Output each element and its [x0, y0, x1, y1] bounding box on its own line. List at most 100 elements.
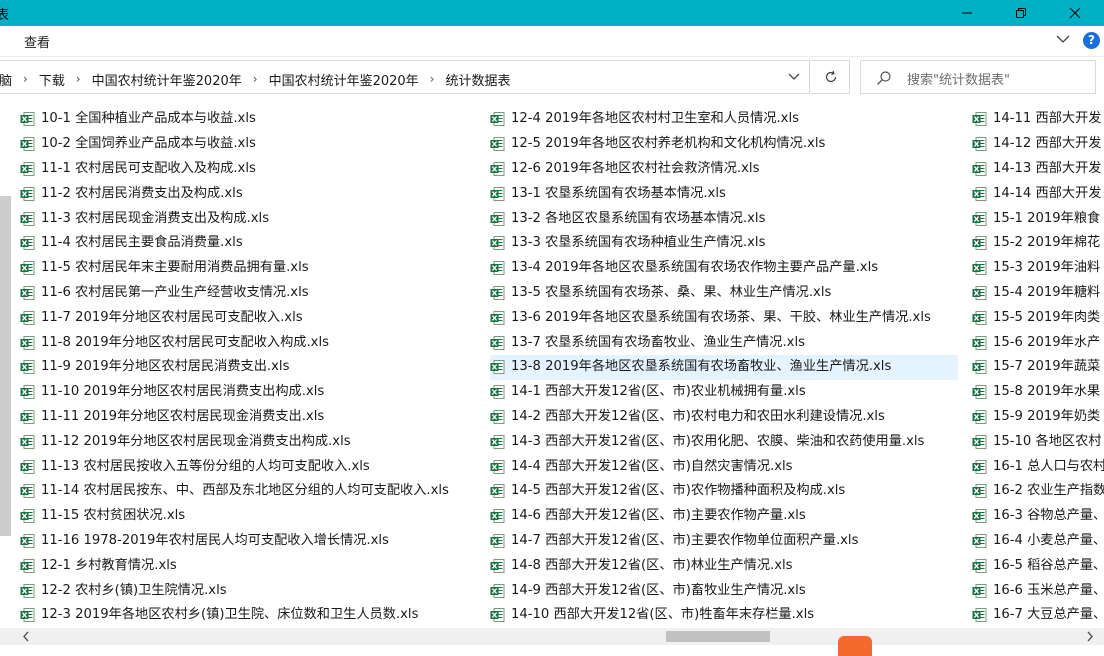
file-item[interactable]: 13-5 农垦系统国有农场茶、桑、果、林业生产情况.xls	[490, 281, 958, 306]
file-item[interactable]: 15-1 2019年粮食	[972, 206, 1104, 231]
file-item[interactable]: 12-2 农村乡(镇)卫生院情况.xls	[20, 578, 480, 603]
file-item[interactable]: 14-12 西部大开发	[972, 132, 1104, 157]
file-item[interactable]: 11-11 2019年分地区农村居民现金消费支出.xls	[20, 405, 480, 430]
file-item[interactable]: 11-8 2019年分地区农村居民可支配收入构成.xls	[20, 330, 480, 355]
file-item[interactable]: 11-14 农村居民按东、中、西部及东北地区分组的人均可支配收入.xls	[20, 479, 480, 504]
file-item[interactable]: 15-5 2019年肉类	[972, 305, 1104, 330]
file-item[interactable]: 13-4 2019年各地区农垦系统国有农场农作物主要产品产量.xls	[490, 256, 958, 281]
excel-file-icon	[972, 161, 987, 176]
file-item[interactable]: 13-1 农垦系统国有农场基本情况.xls	[490, 181, 958, 206]
file-item[interactable]: 13-8 2019年各地区农垦系统国有农场畜牧业、渔业生产情况.xls	[490, 354, 958, 380]
file-item[interactable]: 11-13 农村居民按收入五等份分组的人均可支配收入.xls	[20, 454, 480, 479]
file-item[interactable]: 11-3 农村居民现金消费支出及构成.xls	[20, 206, 480, 231]
breadcrumb-item[interactable]: 统计数据表	[445, 70, 510, 89]
breadcrumb-item[interactable]: 下载	[39, 70, 65, 89]
breadcrumb-separator-icon[interactable]: ›	[76, 72, 81, 86]
file-item[interactable]: 13-2 各地区农垦系统国有农场基本情况.xls	[490, 206, 958, 231]
file-item[interactable]: 13-7 农垦系统国有农场畜牧业、渔业生产情况.xls	[490, 330, 958, 355]
help-icon[interactable]: ?	[1083, 32, 1100, 49]
file-item[interactable]: 15-3 2019年油料	[972, 256, 1104, 281]
file-item[interactable]: 11-7 2019年分地区农村居民可支配收入.xls	[20, 305, 480, 330]
file-item[interactable]: 10-1 全国种植业产品成本与收益.xls	[20, 107, 480, 132]
file-item[interactable]: 11-1 农村居民可支配收入及构成.xls	[20, 157, 480, 182]
excel-file-icon	[972, 236, 987, 251]
nav-pane-scrollbar[interactable]	[0, 196, 11, 536]
file-item[interactable]: 11-6 农村居民第一产业生产经营收支情况.xls	[20, 281, 480, 306]
breadcrumb-separator-icon[interactable]: ›	[253, 72, 258, 86]
file-item[interactable]: 16-3 谷物总产量、	[972, 504, 1104, 529]
file-item[interactable]: 13-6 2019年各地区农垦系统国有农场茶、果、干胶、林业生产情况.xls	[490, 305, 958, 330]
file-item[interactable]: 15-8 2019年水果	[972, 380, 1104, 405]
breadcrumb[interactable]: 电脑 › 下载 › 中国农村统计年鉴2020年 › 中国农村统计年鉴2020年 › 统计数据表	[0, 60, 810, 94]
file-item[interactable]: 14-14 西部大开发	[972, 181, 1104, 206]
file-item[interactable]: 10-2 全国饲养业产品成本与收益.xls	[20, 132, 480, 157]
search-placeholder[interactable]: 搜索"统计数据表"	[907, 69, 1010, 88]
file-item[interactable]: 12-3 2019年各地区农村乡(镇)卫生院、床位数和卫生人员数.xls	[20, 603, 480, 628]
file-name: 11-15 农村贫困状况.xls	[41, 508, 186, 524]
file-name: 11-8 2019年分地区农村居民可支配收入构成.xls	[41, 334, 330, 350]
file-item[interactable]: 16-5 稻谷总产量、	[972, 553, 1104, 578]
file-item[interactable]: 12-1 乡村教育情况.xls	[20, 553, 480, 578]
file-item[interactable]: 15-9 2019年奶类	[972, 405, 1104, 430]
file-item[interactable]: 15-6 2019年水产	[972, 330, 1104, 355]
file-item[interactable]: 14-11 西部大开发	[972, 107, 1104, 132]
file-item[interactable]: 14-1 西部大开发12省(区、市)农业机械拥有量.xls	[490, 380, 958, 405]
file-item[interactable]: 11-10 2019年分地区农村居民消费支出构成.xls	[20, 380, 480, 405]
horizontal-scrollbar[interactable]	[0, 628, 1104, 645]
file-item[interactable]: 16-6 玉米总产量、	[972, 578, 1104, 603]
file-item[interactable]: 13-3 农垦系统国有农场种植业生产情况.xls	[490, 231, 958, 256]
file-item[interactable]: 14-3 西部大开发12省(区、市)农用化肥、农膜、柴油和农药使用量.xls	[490, 429, 958, 454]
excel-file-icon	[490, 261, 505, 276]
file-item[interactable]: 14-5 西部大开发12省(区、市)农作物播种面积及构成.xls	[490, 479, 958, 504]
file-item[interactable]: 14-13 西部大开发	[972, 157, 1104, 182]
file-item[interactable]: 15-4 2019年糖料	[972, 281, 1104, 306]
title-bar: 表	[0, 0, 1104, 26]
file-item[interactable]: 11-5 农村居民年末主要耐用消费品拥有量.xls	[20, 256, 480, 281]
scrollbar-thumb[interactable]	[666, 631, 770, 642]
search-box[interactable]: 搜索"统计数据表"	[860, 60, 1096, 94]
file-item[interactable]: 15-10 各地区农村	[972, 429, 1104, 454]
file-item[interactable]: 11-2 农村居民消费支出及构成.xls	[20, 181, 480, 206]
file-item[interactable]: 14-2 西部大开发12省(区、市)农村电力和农田水利建设情况.xls	[490, 405, 958, 430]
file-item[interactable]: 11-9 2019年分地区农村居民消费支出.xls	[20, 355, 480, 380]
file-item[interactable]: 14-9 西部大开发12省(区、市)畜牧业生产情况.xls	[490, 578, 958, 603]
file-item[interactable]: 11-16 1978-2019年农村居民人均可支配收入增长情况.xls	[20, 529, 480, 554]
file-item[interactable]: 15-2 2019年棉花	[972, 231, 1104, 256]
tab-view[interactable]: 查看	[24, 32, 50, 51]
file-item[interactable]: 16-1 总人口与农村	[972, 454, 1104, 479]
file-item[interactable]: 11-15 农村贫困状况.xls	[20, 504, 480, 529]
file-item[interactable]: 14-10 西部大开发12省(区、市)牲畜年末存栏量.xls	[490, 603, 958, 628]
file-item[interactable]: 14-6 西部大开发12省(区、市)主要农作物产量.xls	[490, 504, 958, 529]
refresh-button[interactable]	[812, 60, 850, 94]
breadcrumb-separator-icon[interactable]: ›	[430, 72, 435, 86]
file-item[interactable]: 12-5 2019年各地区农村养老机构和文化机构情况.xls	[490, 132, 958, 157]
file-item[interactable]: 11-12 2019年分地区农村居民现金消费支出构成.xls	[20, 429, 480, 454]
scroll-right-arrow-icon[interactable]	[1086, 631, 1094, 642]
file-item[interactable]: 16-7 大豆总产量、	[972, 603, 1104, 628]
file-item[interactable]: 11-4 农村居民主要食品消费量.xls	[20, 231, 480, 256]
restore-button[interactable]	[998, 0, 1044, 26]
close-button[interactable]	[1052, 0, 1098, 26]
file-item[interactable]: 14-8 西部大开发12省(区、市)林业生产情况.xls	[490, 553, 958, 578]
breadcrumb-item[interactable]: 中国农村统计年鉴2020年	[269, 70, 419, 89]
file-item[interactable]: 16-4 小麦总产量、	[972, 529, 1104, 554]
breadcrumb-separator-icon[interactable]: ›	[23, 72, 28, 86]
file-item[interactable]: 14-4 西部大开发12省(区、市)自然灾害情况.xls	[490, 454, 958, 479]
file-item[interactable]: 15-7 2019年蔬菜	[972, 355, 1104, 380]
address-dropdown-icon[interactable]	[788, 73, 800, 81]
expand-ribbon-chevron-icon[interactable]	[1056, 34, 1070, 44]
refresh-icon	[825, 70, 836, 83]
file-name: 15-4 2019年糖料	[993, 284, 1101, 300]
breadcrumb-item[interactable]: 中国农村统计年鉴2020年	[92, 70, 242, 89]
breadcrumb-item[interactable]: 电脑	[0, 70, 12, 89]
minimize-button[interactable]	[944, 0, 990, 26]
file-item[interactable]: 16-2 农业生产指数	[972, 479, 1104, 504]
restore-icon	[1016, 8, 1026, 18]
file-item[interactable]: 12-4 2019年各地区农村村卫生室和人员情况.xls	[490, 107, 958, 132]
floating-app-icon[interactable]	[838, 636, 872, 656]
file-column-1: 10-1 全国种植业产品成本与收益.xls 10-2 全国饲养业产品成本与收益.x…	[20, 107, 480, 628]
file-name: 15-9 2019年奶类	[993, 408, 1101, 424]
file-item[interactable]: 14-7 西部大开发12省(区、市)主要农作物单位面积产量.xls	[490, 529, 958, 554]
scroll-left-arrow-icon[interactable]	[22, 631, 30, 642]
file-item[interactable]: 12-6 2019年各地区农村社会救济情况.xls	[490, 157, 958, 182]
